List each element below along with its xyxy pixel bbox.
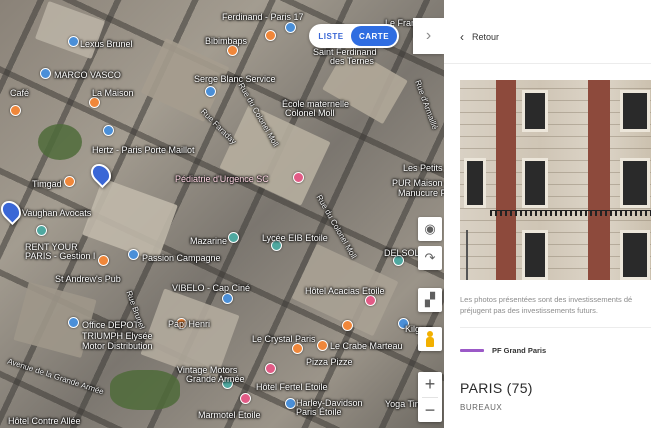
liste-toggle-button[interactable]: LISTE: [311, 26, 351, 46]
property-city: PARIS (75): [460, 380, 533, 396]
map-label: Paris Étoile: [296, 407, 342, 417]
map-label: Timgad: [32, 179, 62, 189]
map-label: La Maison: [92, 88, 134, 98]
map-label: Le Crabe Marteau: [330, 341, 403, 351]
map-label: Vaughan Avocats: [22, 208, 92, 218]
map-label: VIBELO - Cap Ciné: [172, 283, 251, 293]
map-label: Colonel Moll: [285, 108, 335, 118]
map-label: Motor Distribution: [82, 341, 153, 351]
window: [464, 158, 486, 208]
photo-disclaimer: Les photos présentées sont des investiss…: [460, 295, 633, 315]
chevron-right-icon: ›: [425, 27, 432, 44]
map-pin-icon[interactable]: [227, 45, 238, 56]
window: [522, 158, 548, 208]
zoom-in-button[interactable]: +: [418, 372, 442, 397]
map-pin-icon[interactable]: [128, 249, 139, 260]
map-label: MARCO VASCO: [54, 70, 121, 80]
locate-button[interactable]: ◉: [418, 217, 442, 241]
map-pin-icon[interactable]: [265, 30, 276, 41]
divider: [444, 63, 651, 64]
map-pin-icon[interactable]: [342, 320, 353, 331]
map-label: TRIUMPH Elysée: [82, 331, 153, 341]
tilt-3d-icon: ▞: [425, 292, 435, 307]
street-view-pegman[interactable]: [418, 327, 442, 351]
fund-tag: PF Grand Paris: [460, 346, 546, 355]
map-label: Café: [10, 88, 30, 98]
map-label: Pédiatrie d'Urgence SC: [175, 174, 269, 184]
map-label: Mazarine: [190, 236, 228, 246]
map-pin-icon[interactable]: [365, 295, 376, 306]
map-label: Yoga Tim: [385, 399, 423, 409]
map-pin-icon[interactable]: [68, 317, 79, 328]
map-pin-icon[interactable]: [265, 363, 276, 374]
map-label: Serge Blanc Service: [194, 74, 276, 84]
map-pin-icon[interactable]: [317, 340, 328, 351]
map-label: PUR Maison de: [392, 178, 444, 188]
window: [522, 90, 548, 132]
map-label: Le Crystal Paris: [252, 334, 316, 344]
fund-name: PF Grand Paris: [492, 346, 547, 355]
rotate-icon: ↷: [424, 250, 436, 265]
zoom-control: + −: [418, 372, 442, 422]
map-label: Manucure Fe: [398, 188, 444, 198]
window: [620, 90, 650, 132]
map-label: Passion Campagne: [142, 253, 221, 263]
map-label: PARIS - Gestion I: [25, 251, 96, 261]
map-label: Grande Armée: [186, 374, 245, 384]
map-label: Papi Henri: [168, 319, 211, 329]
target-icon: ◉: [424, 221, 436, 236]
carte-toggle-button[interactable]: CARTE: [351, 26, 397, 46]
map-label: Office DEPOT: [82, 320, 139, 330]
map-pin-icon[interactable]: [89, 97, 100, 108]
map-pin-icon[interactable]: [205, 86, 216, 97]
map-label: Lycée EIB Etoile: [262, 233, 328, 243]
map-label: Hertz - Paris Porte Maillot: [92, 145, 195, 155]
divider: [460, 327, 651, 328]
tilt-button[interactable]: ▞: [418, 288, 442, 312]
rotate-button[interactable]: ↷: [418, 246, 442, 270]
map-label: Hôtel Acacias Etoile: [305, 286, 385, 296]
park-area: [110, 370, 180, 410]
map-label: Bibimbaps: [205, 36, 248, 46]
map-pin-icon[interactable]: [10, 105, 21, 116]
window: [522, 230, 548, 280]
map-label: St Andrew's Pub: [55, 274, 121, 284]
map-label: Pizza Pizze: [306, 357, 353, 367]
map-pin-icon[interactable]: [240, 393, 251, 404]
map-label: Hôtel Contre Allée: [8, 416, 81, 426]
map-view[interactable]: Ferdinand - Paris 17 Le France Lexus Bru…: [0, 0, 444, 428]
property-detail-panel: ‹ Retour Les photos présentées sont des …: [444, 0, 651, 428]
map-pin-icon[interactable]: [228, 232, 239, 243]
map-pin-icon[interactable]: [292, 343, 303, 354]
map-pin-icon[interactable]: [285, 398, 296, 409]
back-link[interactable]: ‹ Retour: [460, 30, 499, 44]
map-label: Marmotel Etoile: [198, 410, 261, 420]
map-label: Ferdinand - Paris 17: [222, 12, 304, 22]
map-label: DELSOL: [384, 248, 420, 258]
map-pin-icon[interactable]: [68, 36, 79, 47]
back-label: Retour: [472, 32, 500, 42]
property-type: BUREAUX: [460, 403, 503, 412]
property-photo[interactable]: [460, 80, 651, 280]
view-toggle[interactable]: LISTE CARTE: [309, 24, 399, 48]
fund-color-line: [460, 349, 484, 352]
chevron-left-icon: ‹: [460, 30, 464, 44]
collapse-panel-button[interactable]: ›: [413, 18, 444, 54]
map-pin-icon[interactable]: [285, 22, 296, 33]
map-pin-icon[interactable]: [36, 225, 47, 236]
map-pin-icon[interactable]: [293, 172, 304, 183]
map-label: Lexus Brunel: [80, 39, 133, 49]
map-label: Hôtel Fertel Etoile: [256, 382, 328, 392]
map-pin-icon[interactable]: [222, 293, 233, 304]
window: [620, 158, 650, 208]
map-pin-icon[interactable]: [64, 176, 75, 187]
map-pin-icon[interactable]: [103, 125, 114, 136]
map-label: Les Petits B: [403, 163, 444, 173]
map-pin-icon[interactable]: [40, 68, 51, 79]
zoom-out-button[interactable]: −: [418, 398, 442, 423]
window: [620, 230, 650, 280]
map-label: des Ternes: [330, 56, 374, 66]
map-pin-icon[interactable]: [98, 255, 109, 266]
park-area: [38, 124, 82, 160]
